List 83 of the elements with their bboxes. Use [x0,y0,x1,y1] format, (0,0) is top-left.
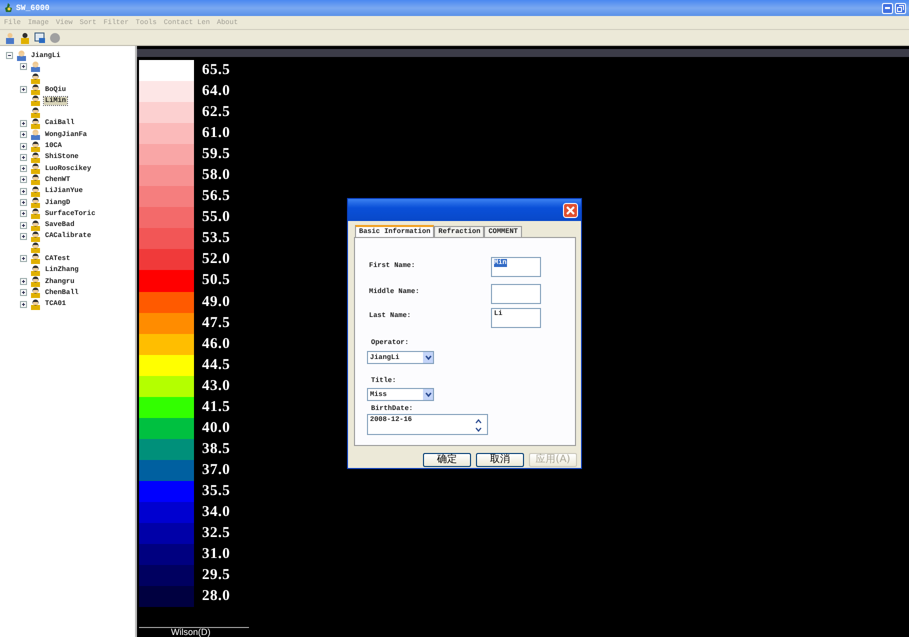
person-icon [30,287,41,298]
scale-value: 64.0 [202,83,230,100]
scale-value: 61.0 [202,125,230,142]
expand-toggle[interactable] [20,154,27,161]
minimize-button[interactable] [882,2,893,14]
expand-toggle[interactable] [20,210,27,218]
scale-value: 62.5 [202,104,230,122]
expand-toggle[interactable] [20,289,27,296]
scale-value: 65.5 [202,62,230,80]
expand-toggle[interactable] [20,232,27,240]
person-icon [30,220,41,231]
maximize-button[interactable] [895,2,906,14]
scale-value: 29.5 [202,567,230,584]
scale-value: 32.5 [202,525,230,542]
text-field[interactable] [491,284,541,304]
person-icon [30,95,41,106]
expand-toggle[interactable] [20,142,27,150]
person-icon [30,186,41,197]
scale-value: 37.0 [202,462,230,479]
scale-value: 43.0 [202,378,230,395]
scale-value: 44.5 [202,356,230,374]
scale-value: 35.5 [202,482,230,500]
person-icon [30,140,41,152]
person-icon [30,61,41,72]
expand-toggle[interactable] [20,222,27,229]
scale-value: 34.0 [202,504,230,521]
expand-toggle[interactable] [6,52,13,60]
expand-toggle[interactable] [20,63,27,70]
scale-value: 40.0 [202,420,230,437]
expand-toggle[interactable] [20,176,27,184]
scale-caption: Wilson(D) [171,628,212,637]
expand-toggle[interactable] [20,255,27,262]
scale-value: 50.5 [202,272,230,290]
expand-toggle[interactable] [20,188,27,195]
scale-value: 49.0 [202,294,230,311]
person-icon [30,163,41,174]
expand-toggle[interactable] [20,86,27,94]
person-icon [30,298,41,310]
scale-value: 28.0 [202,588,230,606]
person-icon [30,253,41,264]
person-icon [30,264,41,276]
scale-value: 58.0 [202,167,230,184]
person-icon [30,208,41,220]
scale-value: 31.0 [202,546,230,564]
close-icon [566,206,575,214]
person-icon [30,72,41,84]
person-icon [30,197,41,208]
person-icon [30,174,41,186]
person-icon [30,106,41,118]
person-icon [16,50,27,62]
user-icon[interactable] [19,32,31,44]
expand-toggle[interactable] [20,120,27,127]
scale-value: 52.0 [202,251,230,268]
person-icon [30,242,41,254]
monitor-icon[interactable] [34,32,46,44]
person-icon [30,152,41,163]
person-icon [30,276,41,288]
restore-icon [897,4,904,12]
scale-value: 46.0 [202,336,230,353]
person-icon [30,230,41,242]
person-icon [30,84,41,96]
users-icon[interactable] [4,32,16,44]
expand-toggle[interactable] [20,199,27,206]
close-button[interactable] [563,202,578,218]
spinner-arrows-icon [474,417,483,434]
scale-value: 53.5 [202,230,230,248]
person-icon [30,118,41,129]
scale-value: 59.5 [202,146,230,164]
minimize-icon [885,7,890,9]
dialog-button[interactable]: 取消 [476,453,524,467]
scale-value: 47.5 [202,314,230,332]
scale-value: 56.5 [202,188,230,206]
scale-value: 55.0 [202,209,230,226]
person-icon [30,129,41,140]
expand-toggle[interactable] [20,300,27,308]
scale-value: 38.5 [202,440,230,458]
app-icon [4,3,13,13]
dialog-button[interactable]: 确定 [423,453,471,467]
expand-toggle[interactable] [20,278,27,286]
expand-toggle[interactable] [20,165,27,172]
scale-value: 41.5 [202,398,230,416]
expand-toggle[interactable] [20,131,27,138]
window-title: SW_6000 [16,4,50,12]
